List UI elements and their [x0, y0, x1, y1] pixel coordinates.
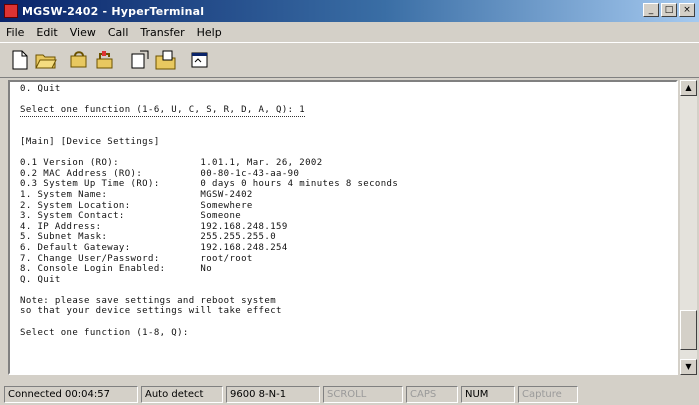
scrollbar-thumb[interactable]	[680, 310, 697, 350]
menu-transfer[interactable]: Transfer	[140, 26, 184, 39]
terminal-line: 6. Default Gateway: 192.168.248.254	[20, 242, 288, 253]
status-bar: Connected 00:04:57 Auto detect 9600 8-N-…	[0, 383, 699, 405]
status-connected: Connected 00:04:57	[4, 385, 138, 403]
vertical-scrollbar[interactable]: ▲ ▼	[680, 80, 697, 375]
title-bar[interactable]: MGSW-2402 - HyperTerminal _ □ ×	[0, 0, 699, 22]
terminal-line: 0.1 Version (RO): 1.01.1, Mar. 26, 2002	[20, 158, 323, 169]
toolbar	[0, 42, 699, 78]
scroll-up-arrow-icon[interactable]: ▲	[680, 80, 697, 96]
terminal-line: 0.3 System Up Time (RO): 0 days 0 hours …	[20, 179, 399, 190]
terminal-line: 7. Change User/Password: root/root	[20, 253, 253, 264]
terminal-line: 1. System Name: MGSW-2402	[20, 189, 253, 200]
menu-file[interactable]: File	[6, 26, 24, 39]
minimize-button[interactable]: _	[643, 3, 659, 17]
status-port-settings: 9600 8-N-1	[226, 385, 320, 403]
status-emulation: Auto detect	[141, 385, 223, 403]
terminal-line: 2. System Location: Somewhere	[20, 200, 253, 211]
status-num: NUM	[461, 385, 515, 403]
terminal-line: 5. Subnet Mask: 255.255.255.0	[20, 232, 277, 243]
title-bar-buttons: _ □ ×	[643, 3, 695, 17]
terminal-line: so that your device settings will take e…	[20, 306, 282, 317]
connect-icon[interactable]	[68, 48, 92, 72]
window-title: MGSW-2402 - HyperTerminal	[22, 4, 205, 18]
terminal-text-area[interactable]: 0. Quit Select one function (1-6, U, C, S…	[20, 84, 668, 370]
terminal-line: Note: please save settings and reboot sy…	[20, 295, 277, 306]
terminal-line: 0.2 MAC Address (RO): 00-80-1c-43-aa-90	[20, 168, 300, 179]
send-icon[interactable]	[128, 48, 152, 72]
menu-bar: File Edit View Call Transfer Help	[0, 22, 699, 42]
menu-help[interactable]: Help	[197, 26, 222, 39]
status-capture: Capture	[518, 385, 578, 403]
menu-edit[interactable]: Edit	[36, 26, 57, 39]
maximize-button[interactable]: □	[661, 3, 677, 17]
scroll-down-arrow-icon[interactable]: ▼	[680, 359, 697, 375]
status-caps: CAPS	[406, 385, 458, 403]
hyperterminal-window: MGSW-2402 - HyperTerminal _ □ × File Edi…	[0, 0, 699, 405]
close-button[interactable]: ×	[679, 3, 695, 17]
terminal-line: 0. Quit	[20, 84, 61, 94]
terminal-line: 4. IP Address: 192.168.248.159	[20, 221, 288, 232]
terminal-line: Q. Quit	[20, 274, 61, 285]
terminal-line: Select one function (1-6, U, C, S, R, D,…	[20, 105, 306, 117]
terminal-line: Select one function (1-8, Q):	[20, 327, 189, 338]
terminal-line: [Main] [Device Settings]	[20, 136, 160, 147]
status-scroll: SCROLL	[323, 385, 403, 403]
menu-view[interactable]: View	[70, 26, 96, 39]
terminal-screen[interactable]: 0. Quit Select one function (1-6, U, C, S…	[8, 80, 678, 375]
hyperterminal-app-icon[interactable]	[4, 4, 18, 18]
receive-icon[interactable]	[154, 48, 178, 72]
open-icon[interactable]	[34, 48, 58, 72]
terminal-line: 3. System Contact: Someone	[20, 211, 242, 222]
disconnect-icon[interactable]	[94, 48, 118, 72]
menu-call[interactable]: Call	[108, 26, 129, 39]
terminal-line: 8. Console Login Enabled: No	[20, 264, 213, 275]
properties-icon[interactable]	[188, 48, 212, 72]
new-icon[interactable]	[8, 48, 32, 72]
